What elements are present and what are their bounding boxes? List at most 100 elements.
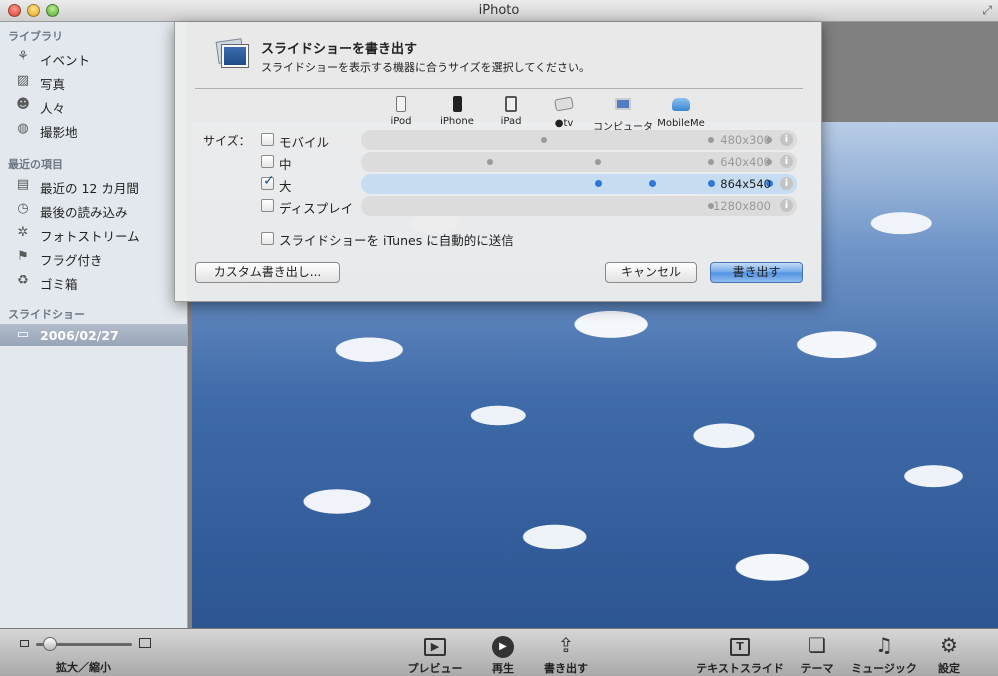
size-checkbox[interactable] [261, 133, 274, 146]
share-export-icon: ⇪ [557, 633, 575, 657]
info-icon[interactable]: i [780, 199, 793, 212]
checkmark-icon: ✓ [263, 173, 275, 189]
play-button[interactable]: ▶ 再生 [480, 633, 526, 676]
toolbar-label: 書き出す [544, 662, 588, 675]
size-row-bar: 1280x800 i [361, 196, 797, 216]
slideshow-export-icon [215, 38, 249, 70]
zoom-in-icon [139, 638, 151, 648]
size-row[interactable]: 864x540 i ✓ 大 [261, 173, 801, 194]
faces-icon: ☻ [16, 97, 30, 112]
section-header-recent: 最近の項目 [8, 158, 63, 171]
size-resolution: 640x400 [720, 155, 771, 169]
sidebar-item-label: 撮影地 [40, 125, 78, 140]
preview-icon: ▶ [424, 637, 446, 656]
computer-icon [615, 98, 631, 110]
settings-button[interactable]: ⚙ 設定 [928, 633, 970, 676]
globe-icon: ◍ [17, 121, 29, 136]
text-slide-icon: T [730, 637, 750, 656]
device-compatibility-dot [708, 159, 714, 165]
toolbar-label: 設定 [938, 662, 960, 675]
size-checkbox[interactable] [261, 155, 274, 168]
preview-button[interactable]: ▶ プレビュー [405, 633, 465, 676]
sidebar-item-slideshow[interactable]: ▭ 2006/02/27 [0, 324, 187, 346]
zoom-slider-knob[interactable] [43, 637, 58, 651]
sidebar-item-photos[interactable]: ▨ 写真 [0, 70, 187, 92]
iphone-icon [452, 96, 462, 112]
themes-button[interactable]: ❏ テーマ [796, 633, 838, 676]
sidebar-item-label: 最近の 12 カ月間 [40, 181, 139, 196]
section-header-library: ライブラリ [8, 30, 63, 43]
sidebar-item-label: 人々 [40, 101, 66, 116]
export-toolbar-button[interactable]: ⇪ 書き出す [538, 633, 594, 676]
info-icon[interactable]: i [780, 155, 793, 168]
size-checkbox[interactable] [261, 199, 274, 212]
title-bar: iPhoto ⤢ [0, 0, 998, 22]
zoom-out-icon [20, 640, 29, 647]
zoom-label: 拡大／縮小 [56, 661, 111, 674]
music-note-icon: ♫ [875, 633, 893, 657]
sidebar-item-label: 最後の読み込み [40, 205, 128, 220]
photos-icon: ▨ [16, 73, 30, 88]
auto-send-itunes-checkbox[interactable] [261, 232, 274, 245]
window-title: iPhoto [478, 3, 520, 18]
section-header-slideshows: スライドショー [8, 308, 85, 321]
sidebar-item-trash[interactable]: ♻ ゴミ箱 [0, 270, 187, 292]
sidebar-item-label: 写真 [40, 77, 66, 92]
sidebar-item-photo-stream[interactable]: ✲ フォトストリーム [0, 222, 187, 244]
device-compatibility-dot [487, 159, 493, 165]
fullscreen-icon[interactable]: ⤢ [982, 3, 992, 18]
sidebar-item-label: ゴミ箱 [40, 277, 78, 292]
device-compatibility-dot [649, 180, 656, 187]
device-compatibility-dot [541, 137, 547, 143]
clock-icon: ◷ [17, 201, 29, 216]
gear-icon: ⚙ [940, 633, 958, 657]
trash-icon: ♻ [17, 273, 29, 288]
sidebar-item-label: フラグ付き [40, 253, 103, 268]
custom-export-button[interactable]: カスタム書き出し... [195, 262, 340, 283]
size-row-bar: 640x400 i [361, 152, 797, 172]
sidebar-item-last-12-months[interactable]: ▤ 最近の 12 カ月間 [0, 174, 187, 196]
size-name: ディスプレイ [279, 201, 354, 216]
size-resolution: 864x540 [720, 177, 771, 191]
play-icon: ▶ [492, 635, 514, 658]
ipod-icon [396, 96, 406, 112]
sidebar-item-label: イベント [40, 53, 91, 68]
text-slide-button[interactable]: T テキストスライド [692, 633, 788, 676]
device-label: ●tv [554, 118, 574, 129]
auto-send-itunes-label: スライドショーを iTunes に自動的に送信 [279, 233, 514, 248]
size-row-bar: 864x540 i [361, 174, 797, 194]
size-name: 中 [279, 157, 292, 172]
size-row[interactable]: 480x300 i モバイル [261, 130, 801, 150]
calendar-icon: ▤ [16, 177, 30, 192]
sidebar-item-label: フォトストリーム [40, 229, 140, 244]
music-button[interactable]: ♫ ミュージック [846, 633, 922, 676]
sidebar-item-last-import[interactable]: ◷ 最後の読み込み [0, 198, 187, 220]
device-compatibility-dot [708, 137, 714, 143]
sidebar-item-events[interactable]: ⚘ イベント [0, 46, 187, 68]
cancel-button[interactable]: キャンセル [605, 262, 697, 283]
dialog-subtitle: スライドショーを表示する機器に合うサイズを選択してください。 [261, 61, 591, 74]
sidebar-item-faces[interactable]: ☻ 人々 [0, 94, 187, 116]
export-slideshow-dialog: スライドショーを書き出す スライドショーを表示する機器に合うサイズを選択してくだ… [174, 22, 822, 302]
sidebar-item-flagged[interactable]: ⚑ フラグ付き [0, 246, 187, 268]
export-button[interactable]: 書き出す [710, 262, 803, 283]
toolbar-label: テーマ [800, 662, 834, 675]
toolbar-label: テキストスライド [696, 662, 784, 675]
size-label: サイズ： [203, 134, 251, 148]
ipad-icon [505, 96, 517, 112]
info-icon[interactable]: i [780, 133, 793, 146]
size-row[interactable]: 1280x800 i ディスプレイ [261, 196, 801, 216]
device-ipod: iPod [369, 96, 433, 127]
apple-tv-icon [554, 96, 574, 112]
divider [195, 88, 803, 89]
size-checkbox[interactable]: ✓ [261, 173, 275, 190]
device-computer: コンピュータ [591, 96, 655, 133]
sidebar-item-places[interactable]: ◍ 撮影地 [0, 118, 187, 140]
mobileme-cloud-icon [672, 98, 690, 111]
size-row[interactable]: 640x400 i 中 [261, 152, 801, 172]
sidebar-item-label: 2006/02/27 [40, 328, 119, 343]
themes-icon: ❏ [808, 633, 826, 657]
info-icon[interactable]: i [780, 177, 793, 190]
size-resolution: 1280x800 [712, 199, 771, 213]
device-label: MobileMe [657, 118, 705, 129]
